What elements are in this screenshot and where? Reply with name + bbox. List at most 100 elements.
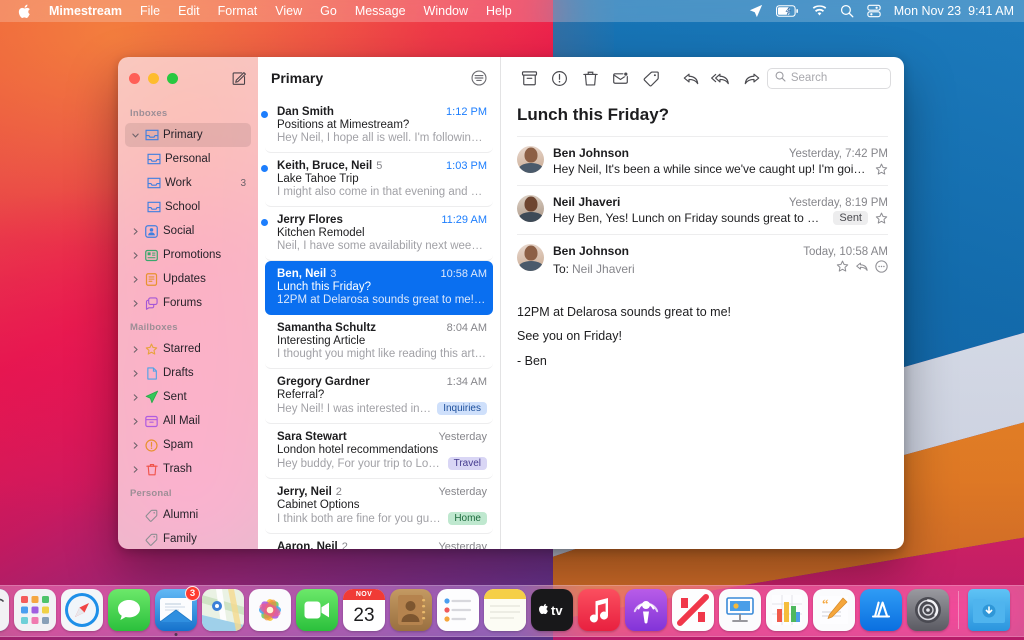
menu-item-window[interactable]: Window	[415, 0, 477, 22]
dock-item-safari[interactable]	[61, 589, 103, 631]
sidebar-item-spam[interactable]: Spam	[125, 433, 251, 457]
compose-icon[interactable]	[232, 71, 247, 86]
chevron-down-icon[interactable]	[130, 132, 140, 139]
sidebar-item-personal[interactable]: Personal	[125, 147, 251, 171]
dock-item-notes[interactable]	[484, 589, 526, 631]
minimize-button[interactable]	[148, 73, 159, 84]
menu-item-help[interactable]: Help	[477, 0, 521, 22]
chevron-right-icon[interactable]	[130, 466, 140, 473]
menu-item-go[interactable]: Go	[311, 0, 346, 22]
thread-item-expanded[interactable]: Ben Johnson Today, 10:58 AM To:Neil Jhav…	[517, 234, 888, 287]
location-arrow-icon[interactable]	[749, 4, 763, 18]
dock-item-downloads[interactable]	[968, 589, 1010, 631]
sidebar-item-school[interactable]: School	[125, 195, 251, 219]
apple-logo-icon[interactable]	[9, 4, 40, 19]
chevron-right-icon[interactable]	[130, 252, 140, 259]
list-item-selected[interactable]: Ben, Neil310:58 AM Lunch this Friday? 12…	[265, 261, 493, 315]
list-item[interactable]: Keith, Bruce, Neil51:03 PM Lake Tahoe Tr…	[265, 153, 493, 207]
dock-item-facetime[interactable]	[296, 589, 338, 631]
maximize-button[interactable]	[167, 73, 178, 84]
control-center-icon[interactable]	[867, 4, 881, 18]
list-item[interactable]: Sara StewartYesterday London hotel recom…	[265, 424, 493, 479]
menu-item-edit[interactable]: Edit	[169, 0, 209, 22]
list-item[interactable]: Samantha Schultz8:04 AM Interesting Arti…	[265, 315, 493, 369]
dock-item-finder[interactable]	[0, 589, 9, 631]
sidebar-item-drafts[interactable]: Drafts	[125, 361, 251, 385]
menu-bar-clock[interactable]: Mon Nov 23 9:41 AM	[894, 4, 1014, 18]
dock-item-trash[interactable]	[1015, 589, 1024, 631]
dock-item-launchpad[interactable]	[14, 589, 56, 631]
chevron-right-icon[interactable]	[130, 346, 140, 353]
forward-icon[interactable]	[736, 65, 767, 91]
chevron-right-icon[interactable]	[130, 394, 140, 401]
list-item[interactable]: Jerry Flores11:29 AM Kitchen Remodel Nei…	[265, 207, 493, 261]
sidebar-item-alumni[interactable]: Alumni	[125, 503, 251, 527]
dock-item-calendar[interactable]: NOV 23	[343, 589, 385, 631]
thread-item[interactable]: Neil Jhaveri Yesterday, 8:19 PM Hey Ben,…	[517, 185, 888, 234]
mark-unread-icon[interactable]	[606, 65, 637, 91]
reply-all-icon[interactable]	[706, 65, 737, 91]
list-item[interactable]: Jerry, Neil2Yesterday Cabinet Options I …	[265, 479, 493, 534]
list-item[interactable]: Gregory Gardner1:34 AM Referral? Hey Nei…	[265, 369, 493, 424]
search-input[interactable]: Search	[767, 68, 891, 89]
more-icon[interactable]	[875, 260, 888, 278]
star-icon[interactable]	[875, 212, 888, 225]
dock-item-pages[interactable]: “	[813, 589, 855, 631]
dock-item-maps[interactable]	[202, 589, 244, 631]
chevron-right-icon[interactable]	[130, 442, 140, 449]
chevron-right-icon[interactable]	[130, 228, 140, 235]
chevron-right-icon[interactable]	[130, 276, 140, 283]
dock-item-news[interactable]	[672, 589, 714, 631]
sidebar-item-social[interactable]: Social	[125, 219, 251, 243]
list-item[interactable]: Dan Smith1:12 PM Positions at Mimestream…	[265, 99, 493, 153]
sidebar-item-trash[interactable]: Trash	[125, 457, 251, 481]
sidebar-item-family[interactable]: Family	[125, 527, 251, 549]
menu-item-view[interactable]: View	[266, 0, 311, 22]
chevron-right-icon[interactable]	[130, 418, 140, 425]
sidebar-item-promotions[interactable]: Promotions	[125, 243, 251, 267]
message-tag[interactable]: Inquiries	[437, 402, 487, 415]
message-tag[interactable]: Travel	[448, 457, 487, 470]
sidebar-item-starred[interactable]: Starred	[125, 337, 251, 361]
sidebar-item-forums[interactable]: Forums	[125, 291, 251, 315]
reply-icon[interactable]	[675, 65, 706, 91]
list-item[interactable]: Aaron, Neil2Yesterday Visiting D.C. I wa…	[265, 534, 493, 549]
spam-icon[interactable]	[545, 65, 576, 91]
dock-item-mail[interactable]: 3	[155, 589, 197, 631]
star-icon[interactable]	[875, 163, 888, 176]
dock-item-photos[interactable]	[249, 589, 291, 631]
dock-item-messages[interactable]	[108, 589, 150, 631]
sidebar-item-updates[interactable]: Updates	[125, 267, 251, 291]
menu-item-format[interactable]: Format	[209, 0, 267, 22]
dock-item-systempreferences[interactable]	[907, 589, 949, 631]
search-icon[interactable]	[840, 4, 854, 18]
wifi-icon[interactable]	[812, 5, 827, 17]
menu-item-mimestream[interactable]: Mimestream	[40, 0, 131, 22]
sidebar-item-work[interactable]: Work 3	[125, 171, 251, 195]
dock-item-contacts[interactable]	[390, 589, 432, 631]
battery-charging-icon[interactable]	[776, 5, 799, 17]
trash-icon[interactable]	[575, 65, 606, 91]
dock-item-podcasts[interactable]	[625, 589, 667, 631]
menu-item-message[interactable]: Message	[346, 0, 415, 22]
sidebar-item-primary[interactable]: Primary	[125, 123, 251, 147]
dock-item-keynote[interactable]	[719, 589, 761, 631]
message-tag[interactable]: Home	[448, 512, 487, 525]
dock-item-reminders[interactable]	[437, 589, 479, 631]
sidebar-item-sent[interactable]: Sent	[125, 385, 251, 409]
filter-icon[interactable]	[471, 70, 487, 86]
chevron-right-icon[interactable]	[130, 300, 140, 307]
dock-item-music[interactable]	[578, 589, 620, 631]
tag-icon[interactable]	[636, 65, 667, 91]
star-icon[interactable]	[836, 260, 849, 278]
menu-item-file[interactable]: File	[131, 0, 169, 22]
reply-icon[interactable]	[855, 260, 869, 278]
chevron-right-icon[interactable]	[130, 370, 140, 377]
message-list[interactable]: Dan Smith1:12 PM Positions at Mimestream…	[258, 99, 500, 549]
dock-item-appletv[interactable]: tv	[531, 589, 573, 631]
sidebar-item-all-mail[interactable]: All Mail	[125, 409, 251, 433]
dock-item-appstore[interactable]	[860, 589, 902, 631]
close-button[interactable]	[129, 73, 140, 84]
archive-icon[interactable]	[514, 65, 545, 91]
thread-item[interactable]: Ben Johnson Yesterday, 7:42 PM Hey Neil,…	[517, 136, 888, 185]
